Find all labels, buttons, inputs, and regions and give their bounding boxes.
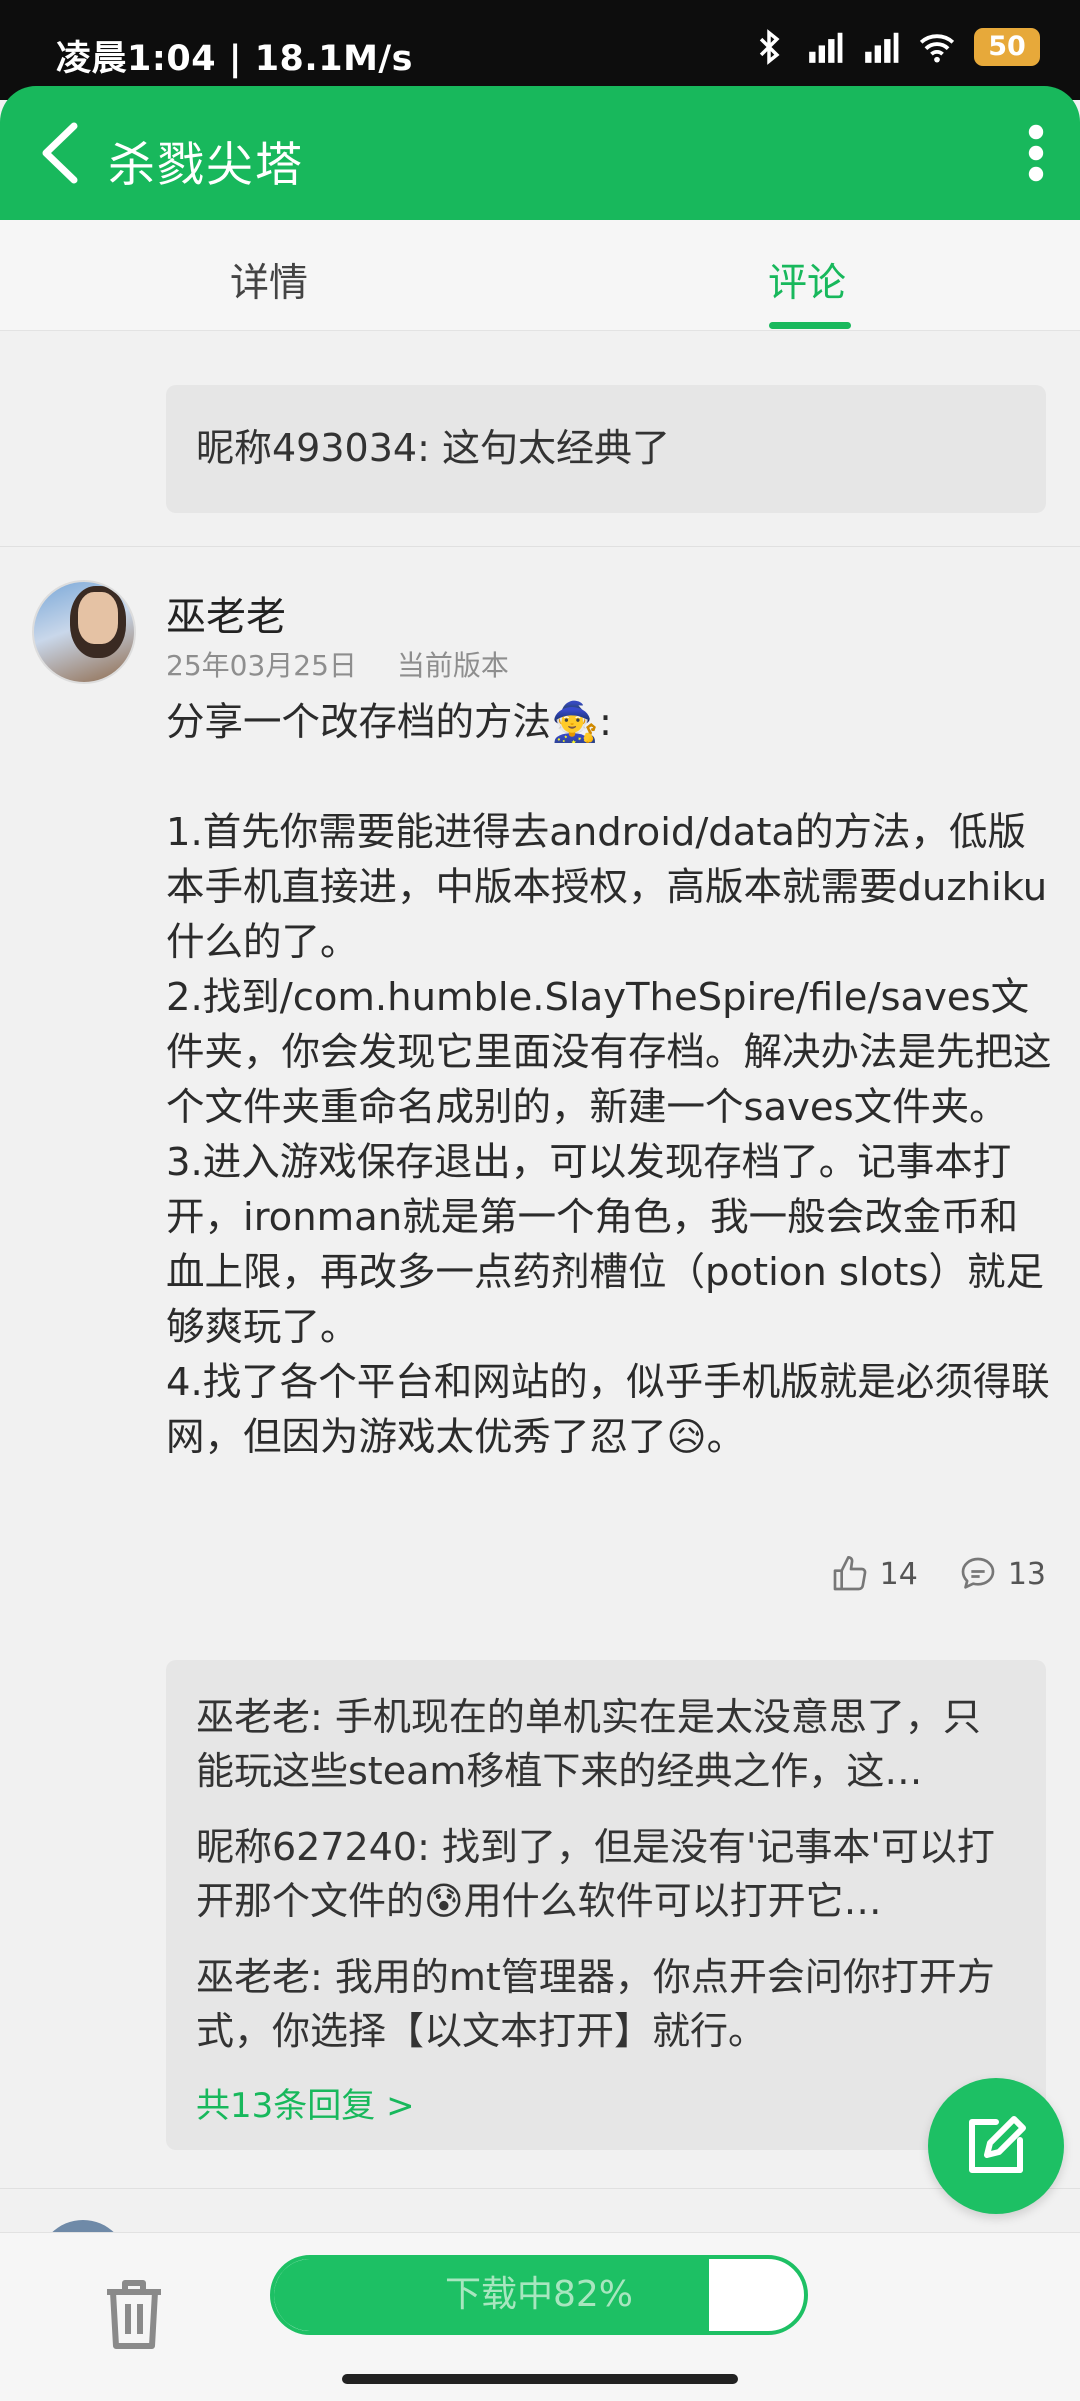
tab-details[interactable]: 详情	[230, 252, 308, 308]
reply-text: : 我用的mt管理器，你点开会问你打开方式，你选择【以文本打开】就行。	[196, 1955, 995, 2053]
bluetooth-icon	[759, 29, 780, 65]
tab-comments[interactable]: 评论	[768, 252, 846, 308]
reply-item[interactable]: 昵称627240: 找到了，但是没有'记事本'可以打开那个文件的😰用什么软件可以…	[196, 1820, 1016, 1928]
comment-actions: 14 13	[830, 1554, 1046, 1594]
more-vert-icon[interactable]	[1014, 122, 1058, 184]
reply-text: : 这句太经典了	[417, 426, 670, 470]
reply-author[interactable]: 昵称493034	[196, 426, 417, 470]
battery-indicator: 50	[974, 28, 1040, 66]
back-arrow-icon[interactable]	[30, 120, 90, 186]
reply-button[interactable]: 13	[958, 1554, 1046, 1594]
status-time-speed: 凌晨1:04 | 18.1M/s	[56, 39, 414, 79]
status-bar: 凌晨1:04 | 18.1M/s 50	[0, 0, 1080, 100]
replies-box[interactable]: 巫老老: 手机现在的单机实在是太没意思了，只能玩这些steam移植下来的经典之作…	[166, 1660, 1046, 2150]
reply-author[interactable]: 昵称627240	[196, 1825, 417, 1869]
wifi-icon	[919, 34, 955, 63]
avatar[interactable]	[32, 580, 136, 684]
reply-text: : 手机现在的单机实在是太没意思了，只能玩这些steam移植下来的经典之作，这…	[196, 1695, 981, 1793]
reply-count: 13	[1007, 1556, 1046, 1592]
reply-preview-box[interactable]: 昵称493034: 这句太经典了	[166, 385, 1046, 513]
home-indicator[interactable]	[342, 2374, 738, 2384]
signal-icon	[809, 32, 843, 63]
status-icons: 50	[750, 28, 1040, 66]
divider	[0, 546, 1080, 547]
reply-author[interactable]: 巫老老	[196, 1955, 310, 1999]
avatar-face	[78, 592, 118, 644]
reply-item[interactable]: 巫老老: 手机现在的单机实在是太没意思了，只能玩这些steam移植下来的经典之作…	[196, 1690, 1016, 1798]
download-progress-button[interactable]: 下载中82%	[270, 2255, 808, 2335]
edit-icon	[969, 2116, 1026, 2173]
comment-bubble-icon	[961, 1557, 995, 1589]
page-title: 杀戮尖塔	[108, 138, 304, 193]
download-label: 下载中82%	[444, 2274, 634, 2315]
comment-version: 当前版本	[396, 649, 509, 682]
signal-icon	[865, 32, 899, 63]
comment-author[interactable]: 巫老老	[166, 584, 286, 642]
reply-item: 昵称493034: 这句太经典了	[196, 421, 670, 475]
tab-bar: 详情 评论	[0, 220, 1080, 331]
app-bar: 杀戮尖塔	[0, 86, 1080, 220]
reply-author[interactable]: 巫老老	[196, 1695, 310, 1739]
tab-indicator	[769, 322, 851, 329]
comment-body: 分享一个改存档的方法🧙: 1.首先你需要能进得去android/data的方法，…	[166, 700, 1052, 1460]
like-button[interactable]: 14	[830, 1554, 918, 1594]
more-replies-link[interactable]: 共13条回复 >	[196, 2078, 415, 2127]
trash-icon[interactable]	[98, 2273, 170, 2353]
write-comment-button[interactable]	[928, 2078, 1064, 2214]
like-count: 14	[879, 1556, 918, 1592]
comment-meta: 25年03月25日 当前版本	[166, 644, 509, 684]
thumbs-up-icon	[833, 1556, 866, 1591]
divider	[0, 2188, 1080, 2189]
comment-date: 25年03月25日	[166, 649, 357, 682]
reply-item[interactable]: 巫老老: 我用的mt管理器，你点开会问你打开方式，你选择【以文本打开】就行。	[196, 1950, 1016, 2058]
